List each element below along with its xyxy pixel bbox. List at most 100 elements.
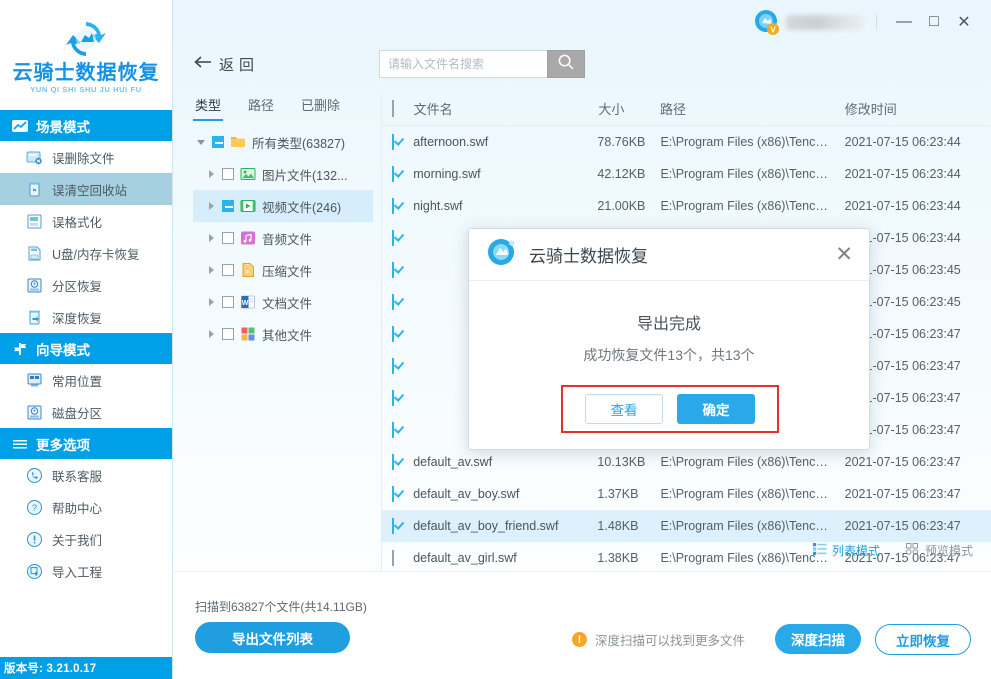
sidebar-item-about-us[interactable]: 关于我们 [0,523,172,555]
row-checkbox[interactable] [392,391,413,405]
chevron-right-icon[interactable] [207,202,216,211]
sidebar-item-partition-recovery[interactable]: 分区恢复 [0,269,172,301]
sidebar-item-contact-support[interactable]: 联系客服 [0,459,172,491]
table-row[interactable]: default_av_boy.swf1.37KBE:\Program Files… [382,478,991,510]
dialog-view-button[interactable]: 查看 [585,394,663,424]
column-header-name[interactable]: 文件名 [414,99,599,118]
tab-type[interactable]: 类型 [193,92,223,121]
checkbox-icon [392,230,394,246]
format-icon [26,213,43,230]
row-checkbox[interactable] [392,519,413,533]
tree-row-checkbox[interactable] [222,328,234,340]
view-mode-toggle: 列表模式 预览模式 [813,542,973,559]
row-checkbox[interactable] [392,167,413,181]
table-row[interactable]: default_av.swf10.13KBE:\Program Files (x… [382,446,991,478]
table-row[interactable]: default_av_boy_friend.swf1.48KBE:\Progra… [382,510,991,542]
deep-scan-button[interactable]: 深度扫描 [775,624,861,654]
chevron-right-icon[interactable] [207,298,216,307]
chevron-right-icon[interactable] [207,170,216,179]
tree-row[interactable]: 图片文件(132... [193,158,373,190]
row-checkbox[interactable] [392,135,413,149]
search-button[interactable] [547,50,585,78]
version-label: 版本号: 3.21.0.17 [0,657,172,679]
sidebar-item-disk-partition[interactable]: 磁盘分区 [0,396,172,428]
table-row[interactable]: afternoon.swf78.76KBE:\Program Files (x8… [382,126,991,158]
row-checkbox[interactable] [392,295,413,309]
question-icon: ? [26,499,43,516]
view-mode-preview[interactable]: 预览模式 [906,542,973,559]
row-checkbox[interactable] [392,263,413,277]
chevron-down-icon[interactable] [197,138,206,147]
tab-deleted[interactable]: 已删除 [299,92,342,121]
tree-row[interactable]: 视频文件(246) [193,190,373,222]
cell-file-size: 1.38KB [597,551,660,565]
search-input[interactable] [379,50,547,78]
view-mode-preview-label: 预览模式 [925,542,973,559]
row-checkbox[interactable] [392,551,413,565]
sidebar-item-common-location[interactable]: 常用位置 [0,364,172,396]
sidebar-item-format[interactable]: 误格式化 [0,205,172,237]
sidebar-item-help-center[interactable]: ? 帮助中心 [0,491,172,523]
account-area[interactable]: V [753,9,864,35]
column-header-path[interactable]: 路径 [660,99,845,118]
app-logo: 云骑士数据恢复 YUN QI SHI SHU JU HUI FU [0,0,172,110]
table-row[interactable]: night.swf21.00KBE:\Program Files (x86)\T… [382,190,991,222]
dialog-close-button[interactable]: ✕ [835,244,853,265]
sidebar-item-import-project[interactable]: 导入工程 [0,555,172,587]
tree-row[interactable]: 音频文件 [193,222,373,254]
dialog-ok-button[interactable]: 确定 [677,394,755,424]
avatar[interactable]: V [753,9,779,35]
sidebar-item-label: 磁盘分区 [52,403,102,422]
tree-row[interactable]: W文档文件 [193,286,373,318]
back-button[interactable]: 返回 [193,54,259,75]
tree-row[interactable]: 其他文件 [193,318,373,350]
tree-row-checkbox[interactable] [222,200,234,212]
row-checkbox[interactable] [392,423,413,437]
minimize-button[interactable]: — [889,7,919,37]
sidebar-item-deep-recovery[interactable]: 深度恢复 [0,301,172,333]
select-all-checkbox[interactable] [392,101,414,116]
chevron-right-icon[interactable] [207,330,216,339]
row-checkbox[interactable] [392,327,413,341]
sidebar-item-usb-card-recovery[interactable]: U盘/内存卡恢复 [0,237,172,269]
table-row[interactable]: morning.swf42.12KBE:\Program Files (x86)… [382,158,991,190]
sidebar-group-label: 更多选项 [36,434,90,454]
row-checkbox[interactable] [392,199,413,213]
tree-row-label: 视频文件(246) [262,197,351,216]
info-icon [26,531,43,548]
chevron-right-icon[interactable] [207,266,216,275]
tree-row-checkbox[interactable] [222,296,234,308]
sidebar-group-scene-mode[interactable]: 场景模式 [0,110,172,141]
checkbox-icon [392,486,394,502]
tree-row[interactable]: 压缩文件 [193,254,373,286]
tree-row-checkbox[interactable] [212,136,224,148]
recover-now-button[interactable]: 立即恢复 [875,624,971,655]
tree-row-checkbox[interactable] [222,232,234,244]
tab-path[interactable]: 路径 [246,92,276,121]
tree-row-checkbox[interactable] [222,264,234,276]
sidebar-item-label: 关于我们 [52,530,102,549]
column-header-time[interactable]: 修改时间 [845,99,991,118]
sidebar-group-guide-mode[interactable]: 向导模式 [0,333,172,364]
column-header-size[interactable]: 大小 [598,99,660,118]
sidebar-item-empty-recycle-bin[interactable]: 误清空回收站 [0,173,172,205]
export-file-list-button[interactable]: 导出文件列表 [195,622,350,653]
view-mode-list[interactable]: 列表模式 [813,542,880,559]
cell-modified-time: 2021-07-15 06:23:47 [845,519,991,533]
tree-row[interactable]: 所有类型(63827) [193,126,373,158]
chevron-right-icon[interactable] [207,234,216,243]
sidebar: 云骑士数据恢复 YUN QI SHI SHU JU HUI FU 场景模式 误删… [0,0,173,679]
sidebar-group-more-options[interactable]: 更多选项 [0,428,172,459]
tree-row-checkbox[interactable] [222,168,234,180]
row-checkbox[interactable] [392,487,413,501]
row-checkbox[interactable] [392,455,413,469]
sidebar-item-deleted-file[interactable]: 误删除文件 [0,141,172,173]
sidebar-item-label: 误格式化 [52,212,102,231]
row-checkbox[interactable] [392,231,413,245]
cell-modified-time: 2021-07-15 06:23:47 [845,487,991,501]
checkbox-icon [392,134,394,150]
close-button[interactable]: ✕ [949,7,979,37]
row-checkbox[interactable] [392,359,413,373]
maximize-button[interactable]: □ [919,7,949,37]
scan-summary: 扫描到63827个文件(共14.11GB) [195,598,367,615]
